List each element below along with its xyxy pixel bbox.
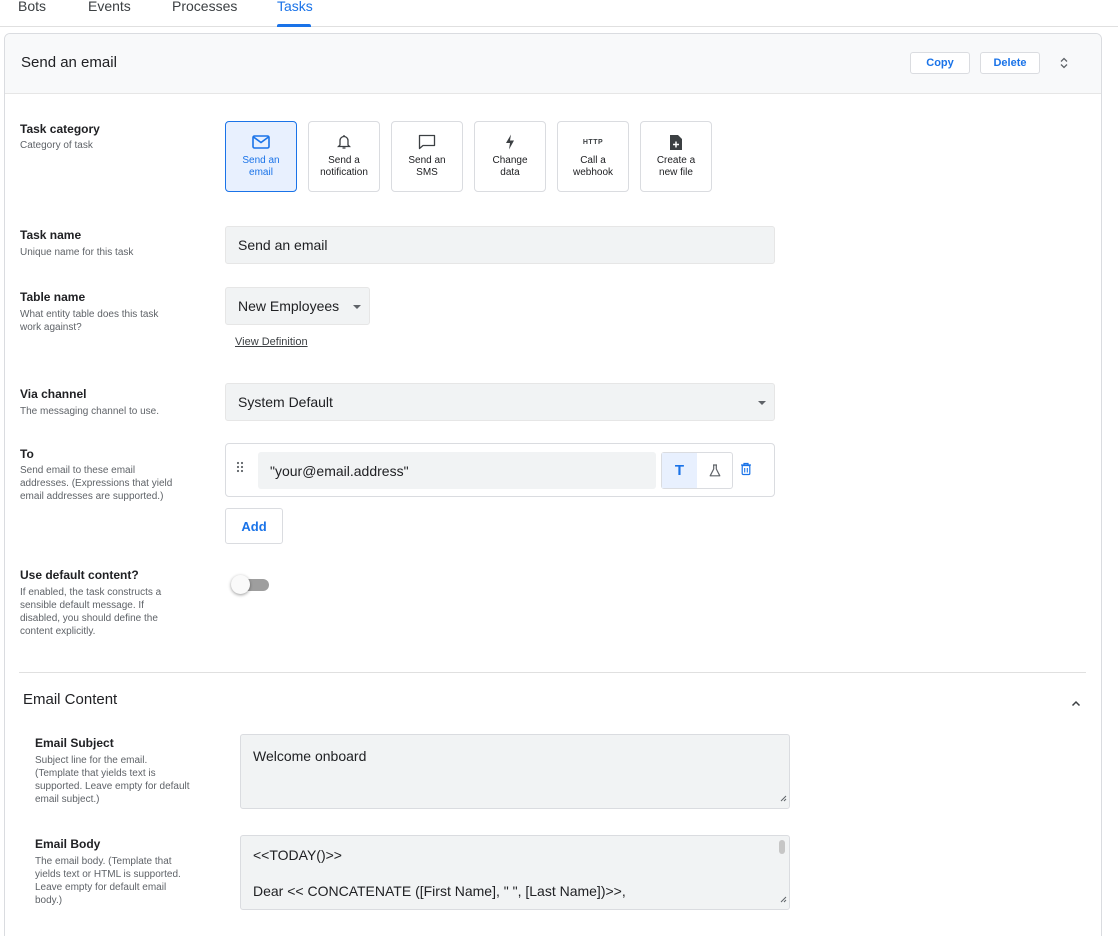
file-add-icon bbox=[669, 132, 683, 152]
default-content-label: Use default content? bbox=[20, 568, 139, 582]
chevron-down-icon bbox=[353, 305, 361, 309]
tab-events[interactable]: Events bbox=[88, 0, 131, 14]
default-content-description-1: If enabled, the task constructs a bbox=[20, 587, 162, 598]
http-icon-text: HTTP bbox=[582, 138, 604, 146]
delete-recipient-icon[interactable] bbox=[740, 462, 752, 481]
chevron-up-icon[interactable] bbox=[1071, 694, 1081, 712]
via-channel-select[interactable]: System Default bbox=[225, 383, 775, 421]
email-subject-description-1: Subject line for the email. bbox=[35, 755, 148, 766]
task-name-label: Task name bbox=[20, 228, 82, 242]
task-category-description: Category of task bbox=[20, 140, 93, 151]
table-name-value: New Employees bbox=[238, 298, 340, 314]
to-email-input[interactable]: "your@email.address" bbox=[258, 452, 656, 489]
mail-icon bbox=[252, 132, 270, 152]
category-label-line2: notification bbox=[320, 167, 368, 178]
email-subject-description-4: email subject.) bbox=[35, 794, 100, 805]
email-subject-value: Welcome onboard bbox=[253, 748, 367, 764]
to-description-2: addresses. (Expressions that yield bbox=[20, 478, 173, 489]
task-name-input[interactable]: Send an email bbox=[225, 226, 775, 264]
input-mode-toggle: T bbox=[661, 452, 733, 489]
text-mode-button[interactable]: T bbox=[662, 453, 697, 488]
tab-processes[interactable]: Processes bbox=[172, 0, 237, 14]
table-name-description-1: What entity table does this task bbox=[20, 309, 159, 320]
email-body-description-3: Leave empty for default email bbox=[35, 882, 167, 893]
to-label: To bbox=[20, 447, 34, 461]
top-tab-bar: Bots Events Processes Tasks bbox=[0, 0, 1118, 27]
category-label-line2: new file bbox=[659, 167, 693, 178]
default-content-description-3: disabled, you should define the bbox=[20, 613, 158, 624]
category-label-line1: Send an bbox=[242, 155, 280, 166]
category-label-line1: Create a bbox=[656, 155, 696, 166]
copy-button[interactable]: Copy bbox=[910, 52, 970, 74]
table-name-description-2: work against? bbox=[20, 322, 82, 333]
via-channel-description: The messaging channel to use. bbox=[20, 406, 159, 417]
to-description-3: email addresses are supported.) bbox=[20, 491, 164, 502]
category-label-line1: Call a bbox=[580, 155, 606, 166]
default-content-toggle-knob[interactable] bbox=[231, 575, 250, 594]
section-divider bbox=[19, 672, 1086, 673]
resize-handle-icon[interactable] bbox=[780, 788, 787, 806]
category-change-data-button[interactable]: Change data bbox=[474, 121, 546, 192]
via-channel-value: System Default bbox=[238, 394, 333, 410]
body-scrollbar[interactable] bbox=[779, 840, 785, 854]
to-recipient-row: "your@email.address" T bbox=[225, 443, 775, 497]
view-definition-link[interactable]: View Definition bbox=[235, 336, 308, 348]
via-channel-label: Via channel bbox=[20, 387, 87, 401]
http-icon: HTTP bbox=[583, 132, 603, 152]
task-card: Send an email Copy Delete Task category … bbox=[4, 33, 1102, 936]
email-body-line: Dear << CONCATENATE ([First Name], " ", … bbox=[253, 883, 626, 899]
chevron-down-icon bbox=[758, 401, 766, 405]
tab-bots[interactable]: Bots bbox=[18, 0, 46, 14]
tab-tasks[interactable]: Tasks bbox=[277, 0, 313, 14]
active-tab-indicator bbox=[277, 24, 311, 27]
bolt-icon bbox=[505, 132, 515, 152]
table-name-label: Table name bbox=[20, 290, 86, 304]
task-title: Send an email bbox=[21, 54, 117, 71]
expand-collapse-icon[interactable] bbox=[1057, 54, 1071, 72]
flask-icon bbox=[709, 464, 720, 477]
to-description-1: Send email to these email bbox=[20, 465, 136, 476]
category-label-line1: Change bbox=[492, 155, 528, 166]
email-content-section-title[interactable]: Email Content bbox=[23, 691, 117, 708]
delete-button[interactable]: Delete bbox=[980, 52, 1040, 74]
task-card-header[interactable]: Send an email Copy Delete bbox=[5, 34, 1101, 94]
category-label-line1: Send a bbox=[328, 155, 360, 166]
add-recipient-button[interactable]: Add bbox=[225, 508, 283, 544]
category-label-line2: data bbox=[500, 167, 520, 178]
task-name-description: Unique name for this task bbox=[20, 247, 134, 258]
resize-handle-icon[interactable] bbox=[780, 889, 787, 907]
message-icon bbox=[418, 132, 436, 152]
category-call-webhook-button[interactable]: HTTP Call a webhook bbox=[557, 121, 629, 192]
category-label-line2: webhook bbox=[572, 167, 614, 178]
email-body-description-4: body.) bbox=[35, 895, 63, 906]
default-content-description-2: sensible default message. If bbox=[20, 600, 144, 611]
email-body-textarea[interactable]: <<TODAY()>> Dear << CONCATENATE ([First … bbox=[240, 835, 790, 910]
drag-handle-icon[interactable] bbox=[236, 460, 244, 478]
table-name-select[interactable]: New Employees bbox=[225, 287, 370, 325]
expression-mode-button[interactable] bbox=[697, 453, 732, 488]
category-label-line2: email bbox=[249, 167, 273, 178]
email-subject-description-3: supported. Leave empty for default bbox=[35, 781, 190, 792]
email-subject-label: Email Subject bbox=[35, 736, 114, 750]
category-send-sms-button[interactable]: Send an SMS bbox=[391, 121, 463, 192]
category-label-line1: Send an bbox=[408, 155, 446, 166]
email-subject-textarea[interactable]: Welcome onboard bbox=[240, 734, 790, 809]
task-category-label: Task category bbox=[20, 122, 100, 136]
category-send-email-button[interactable]: Send an email bbox=[225, 121, 297, 192]
email-body-line: <<TODAY()>> bbox=[253, 847, 342, 863]
default-content-description-4: content explicitly. bbox=[20, 626, 96, 637]
category-create-file-button[interactable]: Create a new file bbox=[640, 121, 712, 192]
email-body-label: Email Body bbox=[35, 837, 101, 851]
category-send-notification-button[interactable]: Send a notification bbox=[308, 121, 380, 192]
category-label-line2: SMS bbox=[416, 167, 438, 178]
email-body-description-1: The email body. (Template that bbox=[35, 856, 172, 867]
email-subject-description-2: (Template that yields text is bbox=[35, 768, 156, 779]
bell-icon bbox=[337, 132, 351, 152]
email-body-description-2: yields text or HTML is supported. bbox=[35, 869, 181, 880]
